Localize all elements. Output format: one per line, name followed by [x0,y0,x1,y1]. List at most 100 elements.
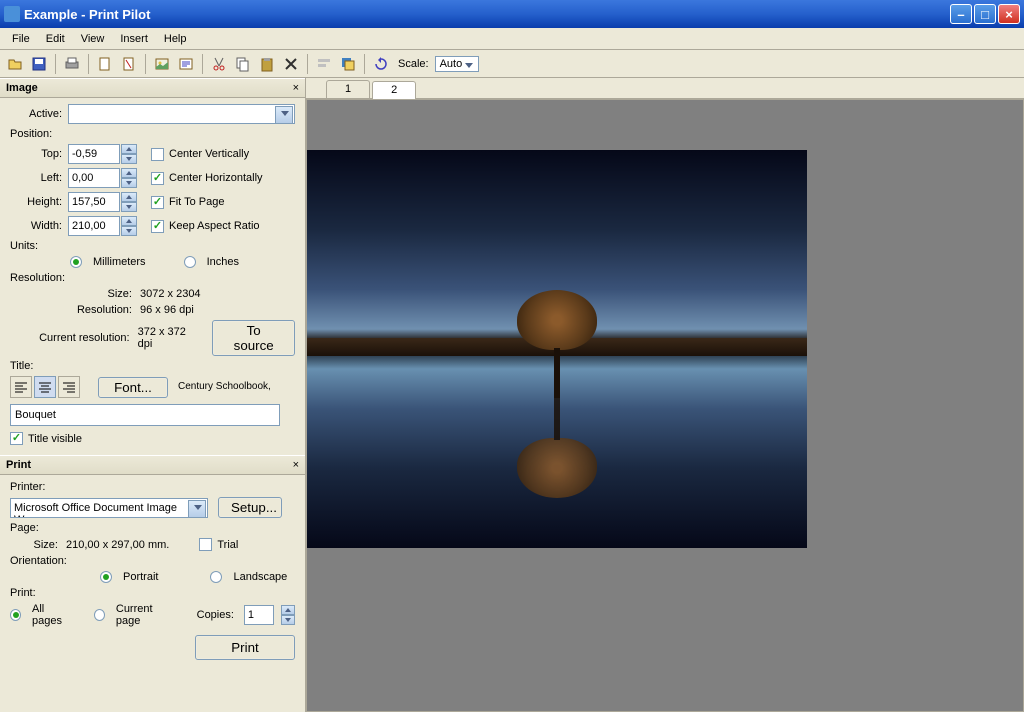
height-spin-up[interactable] [121,192,137,202]
minimize-button[interactable]: – [950,4,972,24]
printer-combo[interactable]: Microsoft Office Document Image W [10,498,208,518]
size-label: Size: [10,288,132,300]
center-h-checkbox[interactable] [151,172,164,185]
maximize-button[interactable]: □ [974,4,996,24]
top-input[interactable]: -0,59 [68,144,120,164]
active-combo[interactable] [68,104,295,124]
toolbar: Scale: Auto [0,50,1024,78]
copies-input[interactable]: 1 [244,605,274,625]
landscape-label: Landscape [233,571,287,583]
copies-label: Copies: [197,609,234,621]
save-icon[interactable] [28,53,50,75]
title-visible-label: Title visible [28,433,82,445]
menu-view[interactable]: View [73,31,113,47]
all-pages-label: All pages [32,603,73,627]
left-spin-up[interactable] [121,168,137,178]
top-spin-up[interactable] [121,144,137,154]
tab-1[interactable]: 1 [326,80,370,98]
rotate-icon[interactable] [370,53,392,75]
align-right-button[interactable] [58,376,80,398]
to-source-button[interactable]: To source [212,320,295,356]
in-label: Inches [207,256,239,268]
text-icon[interactable] [175,53,197,75]
left-input[interactable]: 0,00 [68,168,120,188]
res-label: Resolution: [10,304,132,316]
menu-edit[interactable]: Edit [38,31,73,47]
copies-spin-up[interactable] [281,605,295,615]
menu-insert[interactable]: Insert [112,31,156,47]
menu-file[interactable]: File [4,31,38,47]
print-icon[interactable] [61,53,83,75]
fit-checkbox[interactable] [151,196,164,209]
tab-2[interactable]: 2 [372,81,416,99]
curres-value: 372 x 372 dpi [138,326,203,350]
close-button[interactable]: × [998,4,1020,24]
delete-page-icon[interactable] [118,53,140,75]
height-spin-down[interactable] [121,202,137,212]
current-page-radio[interactable] [94,609,105,621]
open-icon[interactable] [4,53,26,75]
delete-icon[interactable] [280,53,302,75]
trial-label: Trial [217,539,238,551]
keep-ar-checkbox[interactable] [151,220,164,233]
width-input[interactable]: 210,00 [68,216,120,236]
preview-image[interactable] [307,150,807,548]
copy-icon[interactable] [232,53,254,75]
title-visible-checkbox[interactable] [10,432,23,445]
arrange-dropdown-icon[interactable] [337,53,359,75]
landscape-radio[interactable] [210,571,222,583]
font-button[interactable]: Font... [98,377,168,398]
print-panel-close[interactable]: × [293,459,299,471]
center-h-label: Center Horizontally [169,172,263,184]
units-label: Units: [10,240,295,252]
scale-select[interactable]: Auto [435,56,480,72]
active-label: Active: [10,108,62,120]
title-input[interactable]: Bouquet [10,404,280,426]
fit-label: Fit To Page [169,196,224,208]
height-label: Height: [10,196,62,208]
page-tabs: 1 2 [306,78,1024,99]
new-page-icon[interactable] [94,53,116,75]
left-spin-down[interactable] [121,178,137,188]
align-left-button[interactable] [10,376,32,398]
page-size-value: 210,00 x 297,00 mm. [66,539,169,551]
curres-label: Current resolution: [10,332,130,344]
printer-label: Printer: [10,481,295,493]
setup-button[interactable]: Setup... [218,497,282,518]
current-page-label: Current page [116,603,174,627]
portrait-label: Portrait [123,571,158,583]
position-label: Position: [10,128,295,140]
orientation-label: Orientation: [10,555,295,567]
width-spin-down[interactable] [121,226,137,236]
align-dropdown-icon[interactable] [313,53,335,75]
menubar: File Edit View Insert Help [0,28,1024,50]
font-name: Century Schoolbook, [178,382,271,392]
page-size-label: Size: [10,539,58,551]
keep-ar-label: Keep Aspect Ratio [169,220,260,232]
image-panel-header: Image × [0,78,305,98]
height-input[interactable]: 157,50 [68,192,120,212]
copies-spin-down[interactable] [281,615,295,625]
trial-checkbox[interactable] [199,538,212,551]
left-label: Left: [10,172,62,184]
portrait-radio[interactable] [100,571,112,583]
canvas[interactable] [306,99,1024,712]
all-pages-radio[interactable] [10,609,21,621]
cut-icon[interactable] [208,53,230,75]
align-center-button[interactable] [34,376,56,398]
print-panel-title: Print [6,459,31,471]
menu-help[interactable]: Help [156,31,195,47]
image-panel-close[interactable]: × [293,82,299,94]
paste-icon[interactable] [256,53,278,75]
title-section-label: Title: [10,360,295,372]
in-radio[interactable] [184,256,196,268]
mm-radio[interactable] [70,256,82,268]
width-spin-up[interactable] [121,216,137,226]
scale-label: Scale: [398,58,429,70]
print-range-label: Print: [10,587,295,599]
image-icon[interactable] [151,53,173,75]
app-icon [4,6,20,22]
print-button[interactable]: Print [195,635,295,660]
top-spin-down[interactable] [121,154,137,164]
center-v-checkbox[interactable] [151,148,164,161]
